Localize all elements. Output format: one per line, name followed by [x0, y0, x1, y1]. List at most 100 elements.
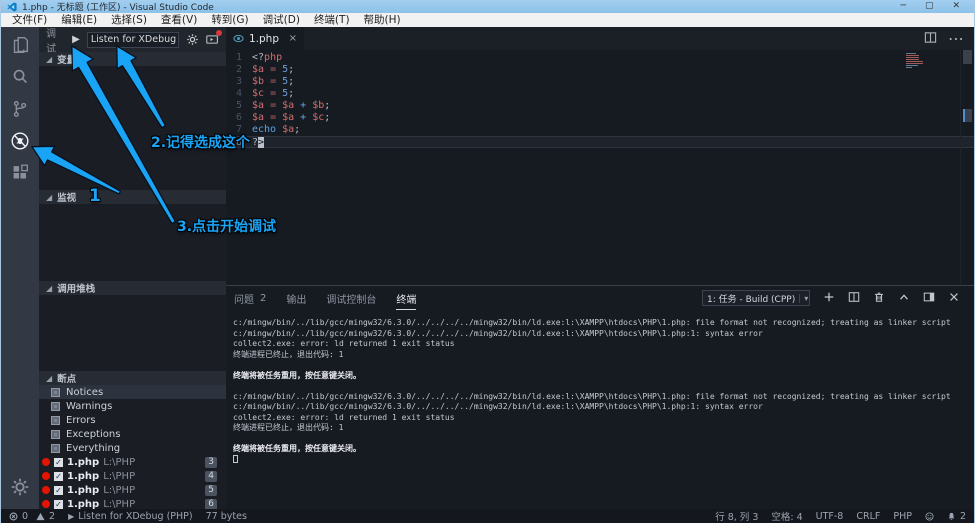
- explorer-icon[interactable]: [8, 33, 32, 57]
- line-number[interactable]: 1: [226, 52, 252, 64]
- search-icon[interactable]: [8, 65, 32, 89]
- checkbox-unchecked-icon[interactable]: [51, 430, 60, 439]
- code-editor[interactable]: 1<?php2$a = 5;3$b = 5;4$c = 5;5$a = $a +…: [226, 50, 974, 285]
- source-control-icon[interactable]: [8, 97, 32, 121]
- breakpoint-row[interactable]: ✓1.phpL:\PHP4: [39, 469, 226, 483]
- line-number[interactable]: 8: [226, 137, 252, 147]
- problems-status[interactable]: 0 2: [9, 511, 55, 522]
- section-header-breakpoints[interactable]: ◢ 断点: [39, 371, 226, 385]
- collapse-caret-icon: ◢: [46, 374, 52, 383]
- breakpoint-filter-row[interactable]: Errors: [39, 413, 226, 427]
- code-token: $c: [252, 88, 264, 99]
- filter-label: Notices: [66, 387, 103, 398]
- scrollbar-thumb[interactable]: [963, 109, 972, 122]
- minimap[interactable]: [906, 53, 930, 69]
- section-header-call-stack[interactable]: ◢ 调用堆栈: [39, 281, 226, 295]
- indentation-status[interactable]: 空格: 4: [771, 509, 802, 523]
- start-debug-button[interactable]: ▶: [72, 35, 80, 45]
- checkbox-unchecked-icon[interactable]: [51, 444, 60, 453]
- menu-item[interactable]: 查看(V): [154, 13, 204, 27]
- feedback-smiley-icon[interactable]: [925, 512, 934, 521]
- breakpoint-row[interactable]: ✓1.phpL:\PHP5: [39, 483, 226, 497]
- menu-item[interactable]: 帮助(H): [357, 13, 408, 27]
- eol-status[interactable]: CRLF: [856, 511, 880, 522]
- split-terminal-icon[interactable]: [848, 291, 860, 306]
- line-number[interactable]: 2: [226, 64, 252, 76]
- breakpoint-row[interactable]: ✓1.phpL:\PHP6: [39, 497, 226, 509]
- menu-item[interactable]: 转到(G): [204, 13, 255, 27]
- line-number[interactable]: 7: [226, 124, 252, 136]
- variables-panel[interactable]: [39, 66, 226, 190]
- terminal-line: c:/mingw/bin/../lib/gcc/mingw32/6.3.0/..…: [233, 392, 974, 403]
- toggle-panel-icon[interactable]: [923, 291, 935, 306]
- sidebar-title: 调试: [46, 25, 65, 55]
- breakpoint-filter-row[interactable]: Warnings: [39, 399, 226, 413]
- maximize-panel-chevron-icon[interactable]: [898, 291, 910, 306]
- cursor-position-status[interactable]: 行 8, 列 3: [715, 509, 758, 523]
- close-button[interactable]: ✕: [952, 0, 960, 13]
- language-mode-status[interactable]: PHP: [893, 511, 912, 522]
- settings-gear-icon[interactable]: [8, 475, 32, 499]
- more-actions-icon[interactable]: ⋯: [948, 29, 964, 48]
- breakpoint-file: 1.php: [67, 471, 99, 482]
- terminal-line: [233, 455, 974, 466]
- code-token: $a: [282, 124, 294, 135]
- debug-settings-gear-icon[interactable]: [186, 33, 199, 46]
- maximize-button[interactable]: ▢: [925, 0, 934, 13]
- debug-console-icon[interactable]: [206, 33, 219, 46]
- breakpoint-filter-row[interactable]: Everything: [39, 441, 226, 455]
- breakpoint-line-badge: 4: [205, 471, 217, 482]
- section-label: 断点: [57, 371, 76, 385]
- code-token: ;: [324, 100, 330, 111]
- kill-terminal-trash-icon[interactable]: [873, 291, 885, 306]
- terminal-task-dropdown[interactable]: 1: 任务 - Build (CPP) ▾: [702, 290, 810, 306]
- menu-item[interactable]: 选择(S): [104, 13, 154, 27]
- vscode-window: 1.php - 无标题 (工作区) - Visual Studio Code ─…: [0, 0, 975, 523]
- split-editor-icon[interactable]: [924, 29, 937, 48]
- checkbox-checked-icon[interactable]: ✓: [54, 500, 63, 509]
- code-token: echo: [252, 124, 276, 135]
- panel-tab-problems[interactable]: 问题2: [234, 287, 266, 310]
- encoding-status[interactable]: UTF-8: [816, 511, 844, 522]
- debug-status[interactable]: ▶ Listen for XDebug (PHP): [68, 511, 193, 522]
- breakpoint-row[interactable]: ✓1.phpL:\PHP3: [39, 455, 226, 469]
- line-number[interactable]: 5: [226, 100, 252, 112]
- breakpoint-dot-icon: [42, 458, 50, 466]
- checkbox-checked-icon[interactable]: ✓: [54, 472, 63, 481]
- scrollbar-thumb[interactable]: [963, 50, 972, 64]
- terminal-content[interactable]: c:/mingw/bin/../lib/gcc/mingw32/6.3.0/..…: [226, 310, 974, 509]
- checkbox-unchecked-icon[interactable]: [51, 402, 60, 411]
- close-panel-icon[interactable]: [948, 291, 960, 306]
- filter-label: Errors: [66, 415, 96, 426]
- tab-1php[interactable]: 1.php ×: [226, 27, 304, 50]
- notifications-bell[interactable]: 2: [947, 511, 966, 522]
- new-terminal-icon[interactable]: [823, 291, 835, 306]
- breakpoint-filter-row[interactable]: Exceptions: [39, 427, 226, 441]
- checkbox-checked-icon[interactable]: ✓: [54, 486, 63, 495]
- code-line: 3$b = 5;: [226, 76, 974, 88]
- line-number[interactable]: 6: [226, 112, 252, 124]
- line-number[interactable]: 3: [226, 76, 252, 88]
- panel-tab-output[interactable]: 输出: [286, 287, 306, 310]
- line-number[interactable]: 4: [226, 88, 252, 100]
- extensions-icon[interactable]: [8, 161, 32, 185]
- section-header-variables[interactable]: ◢ 变量: [39, 52, 226, 66]
- checkbox-unchecked-icon[interactable]: [51, 416, 60, 425]
- checkbox-unchecked-icon[interactable]: [51, 388, 60, 397]
- call-stack-panel[interactable]: [39, 295, 226, 371]
- section-header-watch[interactable]: ◢ 监视: [39, 190, 226, 204]
- terminal-line: [233, 434, 974, 445]
- debug-icon[interactable]: [8, 129, 32, 153]
- panel-tab-debug-console[interactable]: 调试控制台: [326, 287, 376, 310]
- checkbox-checked-icon[interactable]: ✓: [54, 458, 63, 467]
- watch-panel[interactable]: [39, 204, 226, 281]
- minimize-button[interactable]: ─: [901, 0, 906, 13]
- code-line: 6$a = $a + $c;: [226, 112, 974, 124]
- breakpoint-filter-row[interactable]: Notices: [39, 385, 226, 399]
- debug-config-dropdown[interactable]: Listen for XDebug (PHI ▾: [87, 32, 179, 48]
- panel-tab-terminal[interactable]: 终端: [396, 287, 416, 310]
- tab-close-icon[interactable]: ×: [289, 33, 297, 44]
- menu-item[interactable]: 调试(D): [256, 13, 307, 27]
- menu-item[interactable]: 终端(T): [307, 13, 357, 27]
- editor-scrollbar[interactable]: [960, 50, 974, 285]
